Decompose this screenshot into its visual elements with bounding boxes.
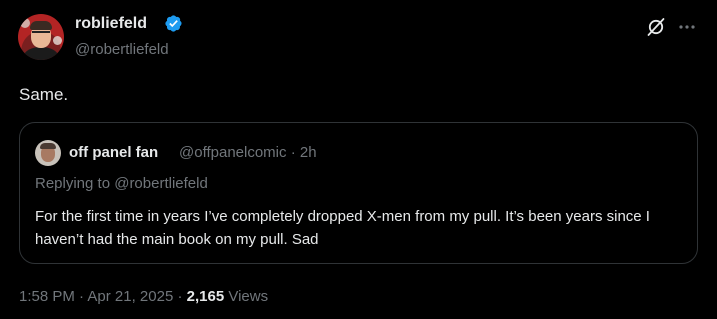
tweet: robliefeld @robertliefeld Same. off pane… [0,0,717,319]
quote-text: For the first time in years I’ve complet… [35,208,650,248]
quoted-tweet[interactable]: off panel fan @offpanelcomic · 2h Replyi… [19,122,698,264]
author-handle[interactable]: @robertliefeld [75,40,169,60]
quote-time[interactable]: 2h [300,144,317,161]
quote-author-display-name[interactable]: off panel fan [69,143,158,163]
tweet-time[interactable]: 1:58 PM [19,288,75,305]
tweet-text: Same. [19,85,69,104]
views-label: Views [228,288,269,305]
author-display-name[interactable]: robliefeld [75,14,147,34]
quote-author-avatar[interactable] [35,140,61,166]
more-options-icon[interactable] [677,19,697,35]
footer-dot: · [79,288,85,305]
quote-author-handle[interactable]: @offpanelcomic [179,144,287,161]
views-count[interactable]: 2,165 [187,288,225,305]
author-avatar[interactable] [18,14,64,60]
verified-badge-icon [165,15,182,32]
tweet-date[interactable]: Apr 21, 2025 [87,288,173,305]
quote-separator: · [290,144,296,161]
tweet-footer: 1:58 PM · Apr 21, 2025 · 2,165 Views [19,287,268,307]
quote-replying-to: Replying to @robertliefeld [35,175,208,192]
footer-dot: · [177,288,183,305]
grok-icon[interactable] [646,17,666,37]
quote-meta: @offpanelcomic · 2h [179,143,317,163]
